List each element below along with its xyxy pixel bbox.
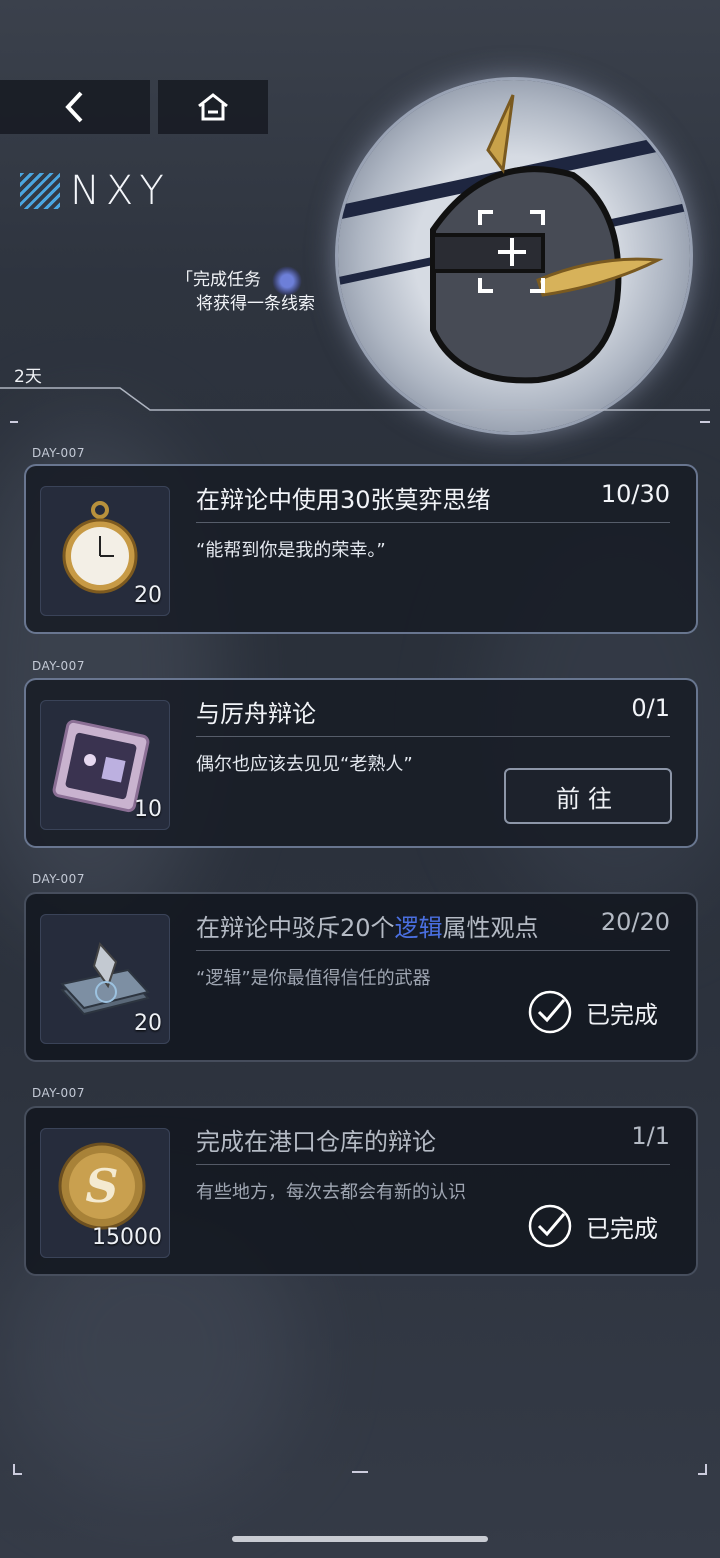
check-circle-icon xyxy=(528,1204,572,1248)
reward-box: 20 xyxy=(40,486,170,616)
task-divider xyxy=(196,522,670,523)
reward-box: 10 xyxy=(40,700,170,830)
home-button[interactable] xyxy=(158,80,268,134)
task-progress: 0/1 xyxy=(631,694,670,722)
task-progress: 10/30 xyxy=(600,480,670,508)
svg-text:S: S xyxy=(85,1159,118,1213)
hint-line-2: 将获得一条线索 xyxy=(196,294,315,314)
task-day-label: DAY-007 xyxy=(32,1086,85,1100)
home-indicator[interactable] xyxy=(232,1536,488,1542)
task-progress: 20/20 xyxy=(600,908,670,936)
back-button[interactable] xyxy=(0,80,150,134)
task-description: 偶尔也应该去见见“老熟人” xyxy=(196,754,413,775)
task-title: 在辩论中驳斥20个逻辑属性观点 xyxy=(196,914,539,942)
chevron-left-icon xyxy=(65,91,83,123)
task-card[interactable]: S 15000 完成在港口仓库的辩论 1/1 有些地方，每次去都会有新的认识 已… xyxy=(24,1106,698,1276)
reward-box: 20 xyxy=(40,914,170,1044)
task-description: “逻辑”是你最值得信任的武器 xyxy=(196,968,431,989)
task-day-label: DAY-007 xyxy=(32,446,85,460)
task-title: 在辩论中使用30张莫弈思绪 xyxy=(196,486,491,514)
completed-label: 已完成 xyxy=(586,1000,658,1029)
completed-label: 已完成 xyxy=(586,1214,658,1243)
info-icon xyxy=(272,266,302,296)
task-description: 有些地方，每次去都会有新的认识 xyxy=(196,1182,466,1203)
task-progress: 1/1 xyxy=(631,1122,670,1150)
app-logo: NXY xyxy=(20,168,170,214)
reward-count: 20 xyxy=(134,1011,162,1036)
task-divider xyxy=(196,1164,670,1165)
task-day-label: DAY-007 xyxy=(32,659,85,673)
reward-count: 10 xyxy=(134,797,162,822)
task-card[interactable]: 10 与厉舟辩论 0/1 偶尔也应该去见见“老熟人” 前往 xyxy=(24,678,698,848)
home-icon xyxy=(198,93,228,121)
task-title: 与厉舟辩论 xyxy=(196,700,316,728)
logo-stripe-icon xyxy=(20,173,60,209)
check-circle-icon xyxy=(528,990,572,1034)
task-divider xyxy=(196,736,670,737)
reward-count: 15000 xyxy=(92,1225,162,1250)
reward-count: 20 xyxy=(134,583,162,608)
task-card[interactable]: 20 在辩论中驳斥20个逻辑属性观点 20/20 “逻辑”是你最值得信任的武器 … xyxy=(24,892,698,1062)
goto-button[interactable]: 前往 xyxy=(504,768,672,824)
reward-box: S 15000 xyxy=(40,1128,170,1258)
task-description: “能帮到你是我的荣幸。” xyxy=(196,540,386,561)
bottom-frame xyxy=(13,1464,707,1475)
divider-lines xyxy=(0,387,710,423)
task-divider xyxy=(196,950,670,951)
completed-badge: 已完成 xyxy=(526,988,658,1036)
logo-text: NXY xyxy=(70,168,170,214)
task-day-label: DAY-007 xyxy=(32,872,85,886)
task-card[interactable]: 20 在辩论中使用30张莫弈思绪 10/30 “能帮到你是我的荣幸。” xyxy=(24,464,698,634)
task-title: 完成在港口仓库的辩论 xyxy=(196,1128,436,1156)
completed-badge: 已完成 xyxy=(526,1202,658,1250)
